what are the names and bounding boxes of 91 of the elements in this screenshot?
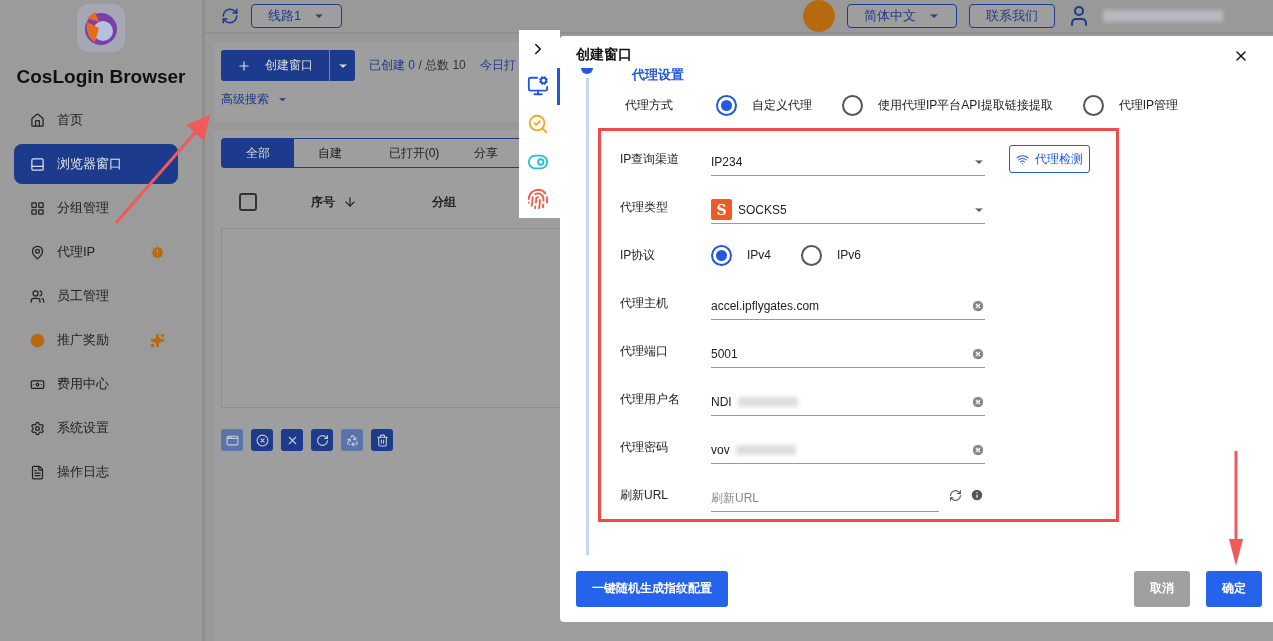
field-label: 代理端口	[620, 342, 669, 360]
nav-item[interactable]: 首页	[14, 100, 178, 140]
column-header[interactable]: 序号	[311, 193, 335, 211]
refresh-icon[interactable]	[221, 7, 239, 25]
nav-item[interactable]: 分组管理	[14, 188, 178, 228]
input-field[interactable]: 5001	[711, 334, 985, 368]
app-logo	[77, 4, 125, 52]
brand-name: CosLogin Browser	[16, 66, 186, 88]
nav-item[interactable]: 浏览器窗口	[14, 144, 178, 184]
field-label: 代理密码	[620, 438, 669, 456]
clear-icon[interactable]	[971, 442, 985, 457]
contact-button[interactable]: 联系我们	[969, 4, 1055, 28]
field-value: NDI	[711, 394, 732, 409]
radio-label: 使用代理IP平台API提取链接提取	[878, 96, 1053, 114]
nav-item[interactable]: 代理IP	[14, 232, 178, 272]
select-field[interactable]: S SOCKS5	[711, 190, 985, 224]
radio-button[interactable]	[801, 244, 822, 266]
today-opened-text: 今日打	[479, 57, 516, 74]
input-field[interactable]: NDI	[711, 382, 985, 416]
filter-tab[interactable]: 分享	[462, 139, 510, 167]
field-label: 代理方式	[625, 96, 674, 114]
refresh-button[interactable]	[311, 429, 333, 451]
count-text: 已创建 0 / 总数 10	[369, 57, 466, 74]
map-pin-icon	[30, 244, 45, 260]
radio-label: 自定义代理	[752, 96, 812, 114]
dialog-title: 创建窗口	[576, 46, 632, 64]
radio-label: IPv6	[837, 248, 862, 262]
close-circle-button[interactable]	[251, 429, 273, 451]
clear-icon[interactable]	[971, 298, 985, 313]
recycle-icon	[345, 433, 359, 447]
generate-fingerprint-button[interactable]: 一键随机生成指纹配置	[576, 570, 728, 607]
wifi-icon	[1016, 152, 1029, 166]
grid-icon	[30, 200, 45, 216]
nav-item[interactable]: 系统设置	[14, 408, 178, 448]
confirm-button[interactable]: 确定	[1206, 570, 1262, 607]
monitor-icon	[527, 75, 549, 98]
radio-label: 代理IP管理	[1118, 96, 1179, 114]
radio-button[interactable]	[711, 244, 732, 266]
window-icon	[225, 433, 239, 447]
home-icon	[30, 112, 45, 128]
field-value: 5001	[711, 346, 738, 361]
radio-button[interactable]	[1082, 94, 1104, 116]
language-select[interactable]: 简体中文	[847, 4, 957, 28]
field-label: 代理类型	[620, 198, 669, 216]
radio-button[interactable]	[716, 94, 737, 116]
globe-search-icon	[527, 113, 549, 135]
checkbox[interactable]	[239, 193, 257, 211]
filter-tab[interactable]: 已打开(0)	[366, 139, 462, 167]
people-icon	[30, 288, 45, 304]
input-field[interactable]: vov	[711, 430, 985, 464]
field-label: 代理主机	[620, 294, 669, 312]
route-select[interactable]: 线路1	[251, 4, 343, 28]
clear-icon[interactable]	[971, 394, 985, 409]
select-value: SOCKS5	[738, 202, 787, 217]
close-circle-icon	[255, 433, 269, 447]
field-label: 代理用户名	[620, 390, 681, 408]
document-icon	[30, 464, 45, 480]
close-button[interactable]	[281, 429, 303, 451]
clear-icon[interactable]	[971, 346, 985, 361]
select-value: IP234	[711, 154, 743, 169]
radio-button[interactable]	[842, 94, 863, 116]
filter-tab[interactable]: 全部	[222, 139, 294, 167]
column-header[interactable]: 分组	[432, 193, 456, 211]
select-field[interactable]: IP234	[711, 142, 985, 176]
nav-item[interactable]: 推广奖励	[14, 320, 178, 360]
sort-arrow-icon[interactable]	[343, 195, 357, 209]
delete-icon	[375, 433, 389, 447]
section-title: 代理设置	[632, 68, 685, 82]
delete-button[interactable]	[371, 429, 393, 451]
settings-icon	[30, 420, 45, 436]
plus-icon	[237, 58, 251, 73]
field-label: IP查询渠道	[620, 150, 681, 168]
input-field[interactable]: accel.ipflygates.com	[711, 286, 985, 320]
nav-item[interactable]: 费用中心	[14, 364, 178, 404]
field-value: accel.ipflygates.com	[711, 298, 820, 313]
field-label: 刷新URL	[620, 486, 669, 504]
nav-item[interactable]: 操作日志	[14, 452, 178, 492]
nav-item[interactable]: 员工管理	[14, 276, 178, 316]
refresh-icon[interactable]	[949, 488, 962, 502]
type-badge: S	[711, 199, 732, 220]
field-label: IP协议	[620, 246, 657, 264]
proxy-check-button[interactable]: 代理检测	[1009, 145, 1090, 173]
fingerprint-icon	[527, 188, 549, 211]
create-window-button[interactable]: 创建窗口	[221, 50, 355, 81]
info-icon	[970, 488, 984, 502]
advanced-search-toggle[interactable]: 高级搜索	[221, 91, 288, 108]
field-value: vov	[711, 442, 730, 457]
radio-label: IPv4	[747, 248, 771, 262]
filter-tab[interactable]: 自建	[294, 139, 366, 167]
window-icon	[30, 156, 45, 172]
refresh-icon	[315, 433, 329, 447]
